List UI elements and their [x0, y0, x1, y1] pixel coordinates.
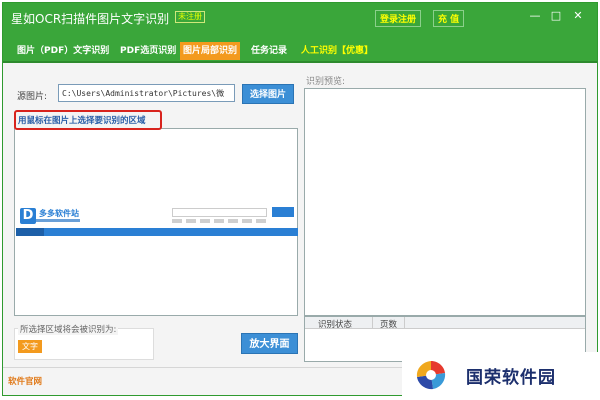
- site-logo-mark: D: [20, 208, 36, 224]
- column-divider: [372, 317, 373, 329]
- tab-image-pdf-ocr[interactable]: 图片（PDF）文字识别: [14, 42, 112, 60]
- column-divider: [404, 317, 405, 329]
- result-type-caption: 所选择区域将会被识别为:: [18, 323, 119, 335]
- site-nav-bar: [16, 228, 298, 236]
- watermark-text: 国荣软件园: [466, 368, 556, 388]
- register-button[interactable]: 登录注册: [375, 10, 422, 27]
- tab-task-records[interactable]: 任务记录: [248, 42, 290, 60]
- source-image-label: 源图片:: [17, 92, 48, 102]
- site-link-row: [172, 219, 267, 223]
- source-path-field[interactable]: C:\Users\Administrator\Pictures\微: [58, 84, 235, 102]
- watermark-logo-icon: [416, 361, 446, 390]
- website-link[interactable]: 软件官网: [8, 375, 42, 387]
- site-logo-text: 多多软件站: [39, 209, 79, 218]
- site-search-button: [272, 207, 294, 217]
- site-nav-home: [16, 228, 44, 236]
- version-badge: 未注册: [175, 11, 205, 23]
- close-icon[interactable]: ✕: [570, 8, 586, 24]
- charge-button[interactable]: 充 值: [433, 10, 465, 27]
- preview-area[interactable]: [304, 88, 586, 316]
- maximize-icon[interactable]: □: [548, 8, 564, 24]
- site-search-box: [172, 208, 267, 217]
- minimize-icon[interactable]: —: [527, 8, 543, 24]
- site-logo-underline: [36, 219, 80, 222]
- column-header-pages[interactable]: 页数: [380, 318, 397, 330]
- preview-label: 识别预览:: [306, 77, 346, 87]
- result-type-tag[interactable]: 文字: [18, 340, 42, 353]
- column-header-status[interactable]: 识别状态: [318, 318, 352, 330]
- window-title: 星如OCR扫描件图片文字识别: [11, 12, 170, 26]
- selection-hint: 用鼠标在图片上选择要识别的区域: [18, 116, 146, 126]
- enlarge-interface-button[interactable]: 放大界面: [241, 333, 298, 354]
- choose-image-button[interactable]: 选择图片: [242, 84, 294, 104]
- tab-partial-image-ocr[interactable]: 图片局部识别: [180, 42, 241, 60]
- tab-pdf-page-ocr[interactable]: PDF选页识别: [117, 42, 179, 60]
- tab-manual-ocr[interactable]: 人工识别【优惠】: [298, 42, 376, 60]
